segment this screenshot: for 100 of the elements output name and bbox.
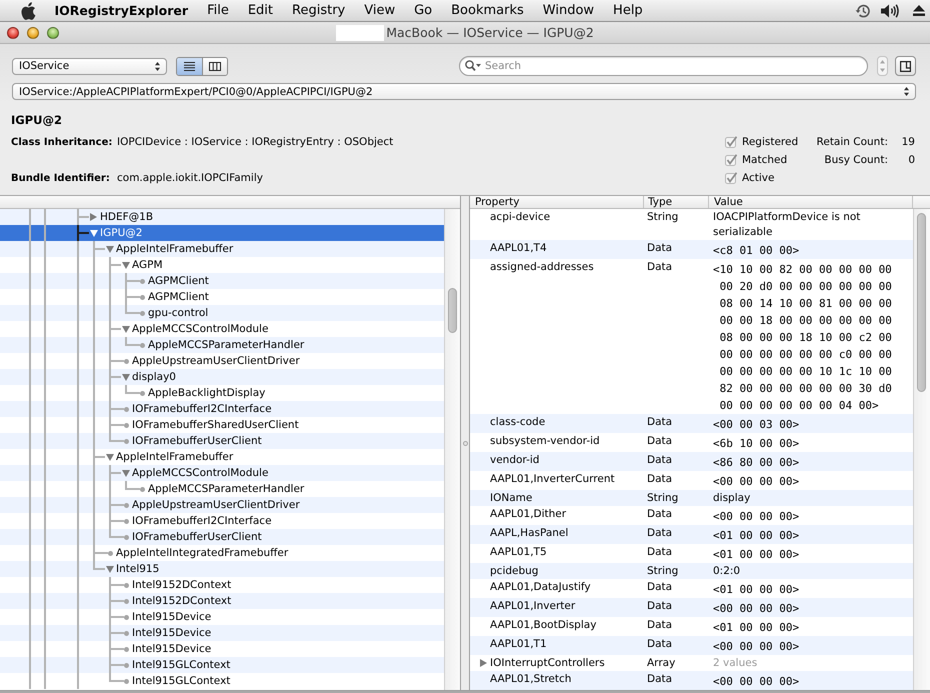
tree-item[interactable]: AppleIntelFramebuffer [0, 241, 444, 257]
list-view-button[interactable] [177, 58, 202, 74]
tree-item[interactable]: gpu-control [0, 305, 444, 321]
property-value: 2 values [713, 656, 758, 671]
property-name: IOInterruptControllers [490, 656, 605, 671]
tree-item[interactable]: IOFramebufferUserClient [0, 433, 444, 449]
table-row[interactable]: AAPL01,T1 Data <00 00 00 00> [470, 636, 913, 655]
apple-logo-icon[interactable] [21, 2, 36, 20]
tree-item[interactable]: IOFramebufferI2CInterface [0, 401, 444, 417]
table-row[interactable]: AAPL,HasPanel Data <01 00 00 00> [470, 525, 913, 544]
table-row[interactable]: AAPL01,T4 Data <c8 01 00 00> [470, 240, 913, 259]
table-row[interactable]: vendor-id Data <86 80 00 00> [470, 452, 913, 471]
disclosure-triangle-icon[interactable] [106, 246, 114, 252]
eject-icon[interactable] [913, 5, 925, 16]
table-row[interactable]: class-code Data <00 00 03 00> [470, 414, 913, 433]
property-value: <00 00 00 00> [713, 639, 800, 655]
menu-item[interactable]: Window [533, 0, 604, 21]
close-button[interactable] [7, 26, 19, 38]
property-value: <00 00 00 00> [713, 509, 800, 525]
zoom-button[interactable] [47, 26, 59, 38]
node-dot-icon [124, 678, 129, 684]
stepper-button[interactable] [877, 56, 888, 76]
list-icon [184, 62, 195, 70]
menu-item[interactable]: Help [604, 0, 652, 21]
tree-item[interactable]: AppleMCCSParameterHandler [0, 337, 444, 353]
disclosure-triangle-icon[interactable] [122, 262, 130, 268]
disclosure-triangle-icon[interactable] [106, 454, 114, 460]
menu-item[interactable]: Edit [238, 0, 283, 21]
menu-item[interactable]: Go [404, 0, 442, 21]
disclosure-triangle-icon[interactable] [122, 326, 130, 332]
property-name: class-code [490, 415, 546, 430]
path-popup[interactable]: IOService:/AppleACPIPlatformExpert/PCI0@0/AppleACPIPCI/IGPU@2 [12, 83, 916, 100]
node-dot-icon [140, 310, 145, 316]
table-row[interactable]: AAPL01,Inverter Data <00 00 00 00> [470, 598, 913, 617]
column-view-button[interactable] [202, 58, 227, 74]
minimize-button[interactable] [27, 26, 39, 38]
node-dot-icon [124, 518, 129, 524]
property-type: Data [647, 472, 674, 487]
disclosure-triangle-icon[interactable] [122, 470, 130, 476]
speaker-icon[interactable] [881, 4, 899, 18]
search-icon[interactable] [465, 60, 481, 71]
property-type: Data [647, 415, 674, 430]
node-dot-icon [124, 646, 129, 652]
scrollbar-thumb[interactable] [917, 213, 926, 392]
panel-icon [900, 60, 911, 72]
property-name: AAPL01,BootDisplay [490, 618, 596, 633]
property-type: Data [647, 434, 674, 449]
property-name: AAPL01,T4 [490, 241, 547, 256]
disclosure-triangle-icon[interactable] [106, 566, 114, 572]
column-header[interactable]: Type [644, 196, 709, 208]
tree-item[interactable]: display0 [0, 369, 444, 385]
tree-item[interactable]: AppleUpstreamUserClientDriver [0, 497, 444, 513]
property-name: AAPL01,Stretch [490, 672, 572, 687]
node-dot-icon [124, 422, 129, 428]
node-dot-icon [124, 582, 129, 588]
property-value: <00 00 00 00> [713, 674, 800, 690]
search-field[interactable]: Search [459, 56, 868, 76]
tree-item[interactable]: Intel9152DContext [0, 593, 444, 609]
table-row[interactable]: IOName String display [470, 490, 913, 506]
table-row[interactable]: pcidebug String 0:2:0 [470, 563, 913, 579]
menu-item[interactable]: Bookmarks [442, 0, 534, 21]
info-label: Bundle Identifier: [11, 172, 111, 184]
property-type: Data [647, 260, 674, 275]
property-name: AAPL01,T1 [490, 637, 547, 652]
inspector-button[interactable] [895, 56, 916, 76]
property-type: Data [647, 526, 674, 541]
tree-item[interactable]: Intel915 [0, 561, 444, 577]
disclosure-triangle-icon[interactable] [90, 230, 98, 236]
column-header[interactable]: Property [470, 196, 644, 208]
app-menu[interactable]: IORegistryExplorer [45, 0, 198, 21]
node-dot-icon [140, 390, 145, 396]
property-name: AAPL01,DataJustify [490, 580, 591, 595]
disclosure-triangle-icon[interactable] [90, 213, 97, 221]
tree-item[interactable]: HDEF@1B [0, 209, 444, 225]
scrollbar-thumb[interactable] [448, 288, 457, 333]
property-name: pcidebug [490, 564, 538, 579]
property-type: Data [647, 453, 674, 468]
disclosure-triangle-icon[interactable] [122, 374, 130, 380]
disclosure-triangle-icon[interactable] [480, 659, 487, 667]
updown-arrows-icon [880, 60, 885, 72]
menu-item[interactable]: File [198, 0, 238, 21]
property-type: Data [647, 672, 674, 687]
checkbox-label: Active [742, 172, 774, 184]
tree-item[interactable]: AGPMClient [0, 273, 444, 289]
column-header[interactable]: Value [709, 196, 913, 208]
clock-icon[interactable] [855, 2, 871, 18]
plane-popup[interactable]: IOService [12, 58, 167, 74]
property-value: <00 00 00 00> [713, 474, 800, 490]
checkbox-label: Matched [742, 154, 788, 166]
tree-item[interactable]: AppleMCCSControlModule [0, 465, 444, 481]
tree-item[interactable]: IGPU@2 [0, 225, 444, 241]
menu-item[interactable]: View [354, 0, 405, 21]
tree-item[interactable]: IOFramebufferUserClient [0, 529, 444, 545]
menu-item[interactable]: Registry [282, 0, 355, 21]
tree-item[interactable]: Intel915Device [0, 625, 444, 641]
tree-item[interactable]: Intel915GLContext [0, 657, 444, 673]
node-dot-icon [140, 278, 145, 284]
window-title: MacBook — IOService — IGPU@2 [386, 25, 594, 40]
table-row[interactable]: AAPL01,Stretch Data <00 00 00 00> [470, 671, 913, 690]
updown-arrows-icon [904, 87, 909, 96]
